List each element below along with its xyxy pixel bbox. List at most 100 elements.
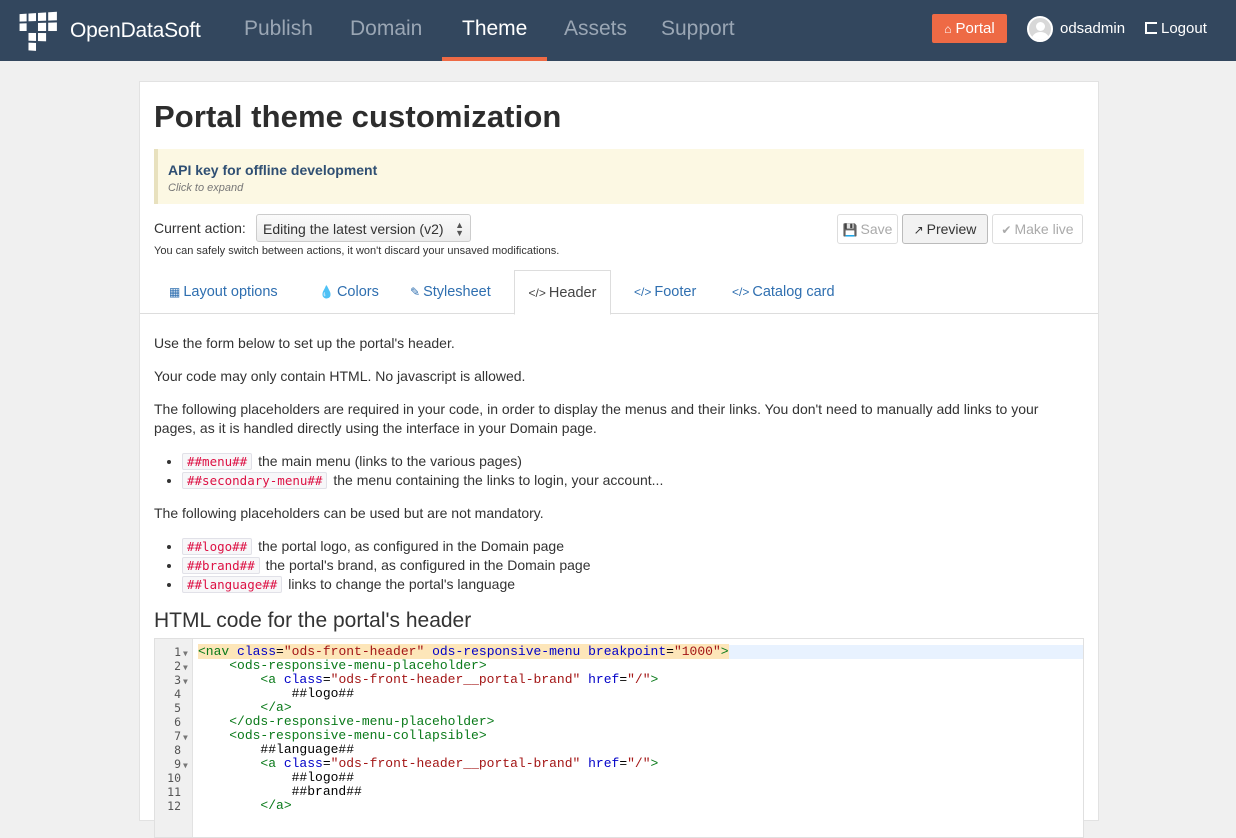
line-number[interactable]: 9 ▼ xyxy=(155,757,193,771)
list-item: ##menu## the main menu (links to the var… xyxy=(182,452,663,471)
preview-label: Preview xyxy=(926,221,977,237)
tab-stylesheet[interactable]: ✎ Stylesheet xyxy=(410,270,491,314)
current-action-select[interactable]: Editing the latest version (v2) ▲ ▼ xyxy=(256,214,471,242)
placeholder-code: ##language## xyxy=(182,576,283,593)
code-line[interactable]: ##logo## xyxy=(198,771,1083,785)
fold-arrow-icon[interactable]: ▼ xyxy=(183,733,188,742)
save-button[interactable]: 💾 Save xyxy=(837,214,898,244)
tab-header[interactable]: </> Header xyxy=(514,270,611,315)
code-line[interactable]: ##language## xyxy=(198,743,1083,757)
brand-name: OpenDataSoft xyxy=(70,19,201,42)
opendatasoft-logo-icon xyxy=(19,11,57,51)
logout-link[interactable]: Logout xyxy=(1145,20,1207,37)
code-line[interactable]: </a> xyxy=(198,799,1083,813)
line-number[interactable]: 1 ▼ xyxy=(155,645,193,659)
fold-arrow-icon[interactable]: ▼ xyxy=(183,649,188,658)
code-line[interactable]: </ods-responsive-menu-placeholder> xyxy=(198,715,1083,729)
code-icon: </> xyxy=(732,285,750,299)
logout-label: Logout xyxy=(1161,20,1207,37)
api-key-heading: API key for offline development xyxy=(168,162,378,178)
nav-tab-support[interactable]: Support xyxy=(661,0,735,61)
placeholder-desc: the menu containing the links to login, … xyxy=(333,472,664,488)
line-number[interactable]: 7 ▼ xyxy=(155,729,193,743)
tab-footer[interactable]: </> Footer xyxy=(634,270,696,314)
make-live-label: Make live xyxy=(1014,221,1074,237)
code-icon: </> xyxy=(634,285,652,299)
code-line[interactable]: ##brand## xyxy=(198,785,1083,799)
droplet-icon: 💧 xyxy=(319,285,334,299)
required-placeholders-list: ##menu## the main menu (links to the var… xyxy=(170,452,663,490)
brand[interactable]: OpenDataSoft xyxy=(18,11,201,51)
nav-tab-domain[interactable]: Domain xyxy=(350,0,422,61)
nav-tab-publish[interactable]: Publish xyxy=(244,0,313,61)
line-number[interactable]: 2 ▼ xyxy=(155,659,193,673)
logout-icon xyxy=(1145,22,1157,34)
code-line[interactable]: </a> xyxy=(198,701,1083,715)
placeholder-desc: the portal logo, as configured in the Do… xyxy=(258,538,564,554)
intro-text-3: The following placeholders are required … xyxy=(154,401,1039,436)
list-item: ##logo## the portal logo, as configured … xyxy=(182,537,591,556)
save-label: Save xyxy=(860,221,893,237)
line-number: 10 xyxy=(167,771,181,785)
intro-text-4: The following placeholders can be used b… xyxy=(154,505,544,521)
code-line[interactable]: <nav class="ods-front-header" ods-respon… xyxy=(198,644,1083,659)
list-item: ##brand## the portal's brand, as configu… xyxy=(182,556,591,575)
line-number: 12 xyxy=(167,799,181,813)
tab-catalog-card[interactable]: </> Catalog card xyxy=(732,270,835,314)
html-code-editor[interactable]: 1 ▼ 2 ▼ 3 ▼ 4 5 6 7 ▼ 8 9 ▼ 10 11 12 <nav class="ods-fro… xyxy=(154,638,1084,838)
placeholder-code: ##menu## xyxy=(182,453,253,470)
optional-placeholders-list: ##logo## the portal logo, as configured … xyxy=(170,537,591,594)
editor-tabs: ▦ Layout options 💧 Colors ✎ Stylesheet </> H… xyxy=(140,270,1098,315)
intro-text-2: Your code may only contain HTML. No java… xyxy=(154,368,526,384)
fold-arrow-icon[interactable]: ▼ xyxy=(183,761,188,770)
line-number: 4 xyxy=(174,687,181,701)
placeholder-code: ##logo## xyxy=(182,538,253,555)
portal-button[interactable]: ⌂ Portal xyxy=(932,14,1007,43)
line-number[interactable]: 3 ▼ xyxy=(155,673,193,687)
check-circle-icon: ✔ xyxy=(1001,223,1012,237)
tab-label: Header xyxy=(548,285,597,301)
tab-label: Catalog card xyxy=(752,284,835,300)
external-link-icon: ↗ xyxy=(913,223,924,237)
preview-button[interactable]: ↗ Preview xyxy=(902,214,988,244)
placeholder-desc: the portal's brand, as configured in the… xyxy=(265,557,591,573)
api-key-box[interactable]: API key for offline development Click to… xyxy=(154,149,1084,204)
tab-colors[interactable]: 💧 Colors xyxy=(319,270,379,314)
placeholder-code: ##secondary-menu## xyxy=(182,472,328,489)
select-arrows-icon: ▲ ▼ xyxy=(455,220,464,238)
fold-arrow-icon[interactable]: ▼ xyxy=(183,677,188,686)
code-line[interactable]: ##logo## xyxy=(198,687,1083,701)
tab-label: Footer xyxy=(654,284,697,300)
avatar[interactable] xyxy=(1027,16,1053,42)
grid-icon: ▦ xyxy=(169,285,181,299)
fold-arrow-icon[interactable]: ▼ xyxy=(183,663,188,672)
line-number: 6 xyxy=(174,715,181,729)
tab-label: Stylesheet xyxy=(423,284,491,300)
current-action-label: Current action: xyxy=(154,220,246,236)
code-line[interactable]: <ods-responsive-menu-placeholder> xyxy=(198,659,1083,673)
line-number: 5 xyxy=(174,701,181,715)
placeholder-code: ##brand## xyxy=(182,557,260,574)
tab-label: Layout options xyxy=(183,284,278,300)
code-line[interactable]: <a class="ods-front-header__portal-brand… xyxy=(198,757,1083,771)
make-live-button[interactable]: ✔ Make live xyxy=(992,214,1083,244)
line-number: 11 xyxy=(167,785,181,799)
code-line[interactable]: <a class="ods-front-header__portal-brand… xyxy=(198,673,1083,687)
floppy-icon: 💾 xyxy=(842,223,858,237)
current-action-value: Editing the latest version (v2) xyxy=(263,221,444,237)
top-navbar: OpenDataSoft Publish Domain Theme Assets… xyxy=(0,0,1236,61)
placeholder-desc: links to change the portal's language xyxy=(288,576,516,592)
code-line[interactable]: <ods-responsive-menu-collapsible> xyxy=(198,729,1083,743)
tab-label: Colors xyxy=(336,284,379,300)
tab-layout-options[interactable]: ▦ Layout options xyxy=(169,270,278,314)
nav-tab-assets[interactable]: Assets xyxy=(564,0,627,61)
home-icon: ⌂ xyxy=(944,22,952,36)
list-item: ##secondary-menu## the menu containing t… xyxy=(182,471,663,490)
intro-text-1: Use the form below to set up the portal'… xyxy=(154,335,455,351)
placeholder-desc: the main menu (links to the various page… xyxy=(258,453,522,469)
nav-tab-theme[interactable]: Theme xyxy=(441,0,548,61)
line-number: 8 xyxy=(174,743,181,757)
theme-panel: Portal theme customization API key for o… xyxy=(139,81,1099,838)
code-section-title: HTML code for the portal's header xyxy=(154,609,472,632)
username[interactable]: odsadmin xyxy=(1060,20,1125,37)
